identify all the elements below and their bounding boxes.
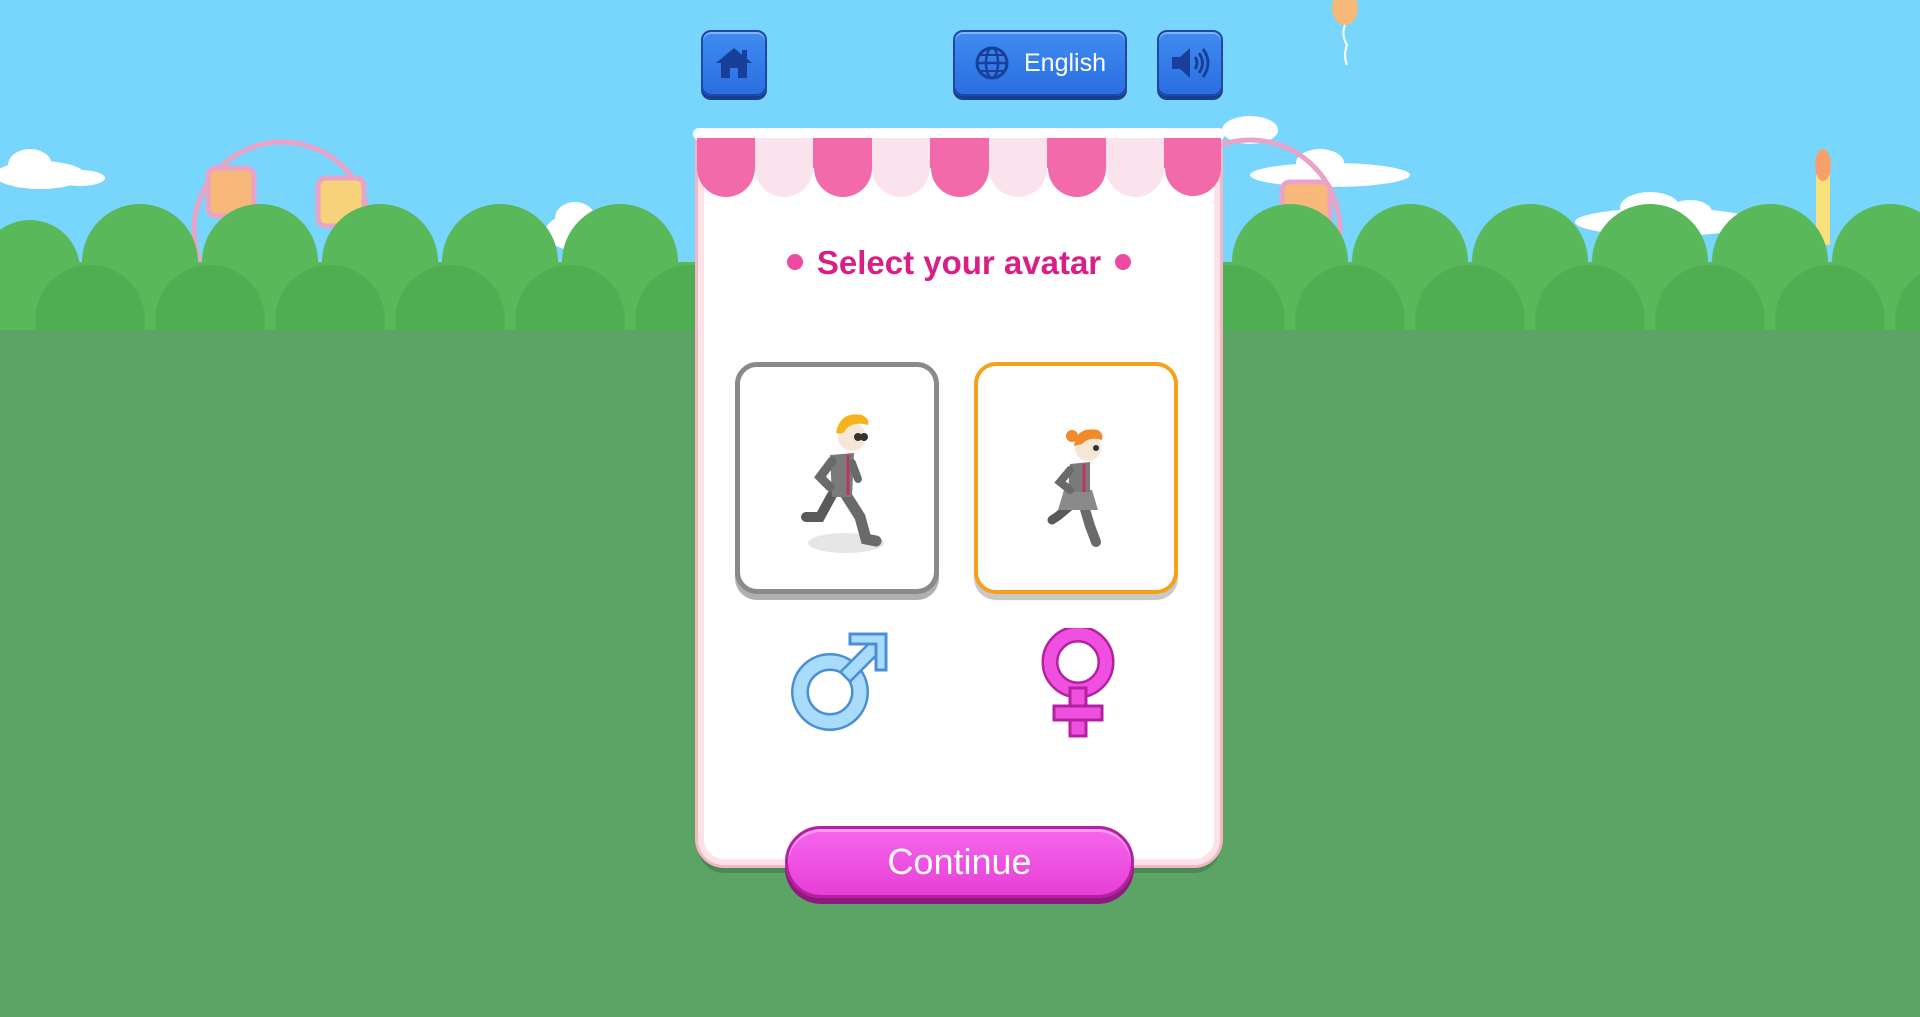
running-boy-avatar <box>801 414 884 553</box>
page-title: Select your avatar <box>698 244 1220 282</box>
continue-button[interactable]: Continue <box>785 826 1134 898</box>
language-label: English <box>1024 48 1106 77</box>
speaker-icon <box>1172 48 1210 78</box>
avatar-option-male[interactable] <box>735 362 939 594</box>
home-button[interactable] <box>701 30 767 96</box>
globe-icon <box>975 46 1009 80</box>
language-button[interactable]: English <box>953 30 1127 96</box>
cloud-left <box>0 149 105 189</box>
male-symbol-icon[interactable] <box>790 628 890 734</box>
home-icon <box>716 48 752 78</box>
avatar-option-female[interactable] <box>974 362 1178 594</box>
title-dot-right <box>1115 254 1132 271</box>
sound-button[interactable] <box>1157 30 1223 96</box>
awning-decoration <box>693 128 1225 197</box>
balloon <box>1332 0 1358 66</box>
title-dot-left <box>786 254 803 271</box>
running-girl-avatar <box>1047 429 1103 547</box>
title-text: Select your avatar <box>816 244 1102 281</box>
female-symbol-icon[interactable] <box>1036 628 1120 740</box>
